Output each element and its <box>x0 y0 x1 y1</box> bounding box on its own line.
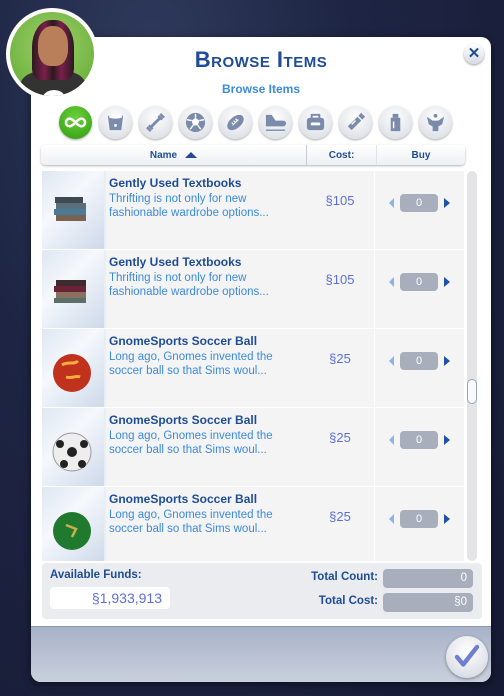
column-name-header[interactable]: Name <box>41 145 307 165</box>
total-cost-value: §0 <box>383 593 473 612</box>
trophy-icon <box>426 113 445 132</box>
item-row[interactable]: GnomeSports Soccer Ball Long ago, Gnomes… <box>42 487 464 561</box>
item-cost: § 105 <box>306 171 375 249</box>
item-cost: § 105 <box>306 250 375 328</box>
simoleon-icon: § <box>325 193 333 208</box>
item-name: GnomeSports Soccer Ball <box>109 334 258 348</box>
increase-quantity-button[interactable] <box>444 277 450 287</box>
item-name: GnomeSports Soccer Ball <box>109 492 258 506</box>
category-fitness[interactable] <box>139 106 172 139</box>
decrease-quantity-button[interactable] <box>389 514 394 524</box>
item-thumbnail <box>42 250 106 328</box>
increase-quantity-button[interactable] <box>444 198 450 208</box>
quantity-value[interactable]: 0 <box>400 273 438 291</box>
total-count-value: 0 <box>383 569 473 588</box>
football-icon <box>227 114 244 131</box>
available-funds-value: §1,933,913 <box>50 587 170 609</box>
column-buy-header: Buy <box>411 149 431 161</box>
scrollbar[interactable] <box>467 171 477 561</box>
item-cost: § 25 <box>306 329 375 407</box>
item-row[interactable]: Gently Used Textbooks Thrifting is not o… <box>42 171 464 250</box>
item-cost: § 25 <box>306 408 375 486</box>
total-cost-label: Total Cost: <box>318 595 378 607</box>
quantity-stepper: 0 <box>375 250 464 328</box>
quantity-value[interactable]: 0 <box>400 194 438 212</box>
category-drinks[interactable] <box>379 106 412 139</box>
decrease-quantity-button[interactable] <box>389 356 394 366</box>
item-row[interactable]: Gently Used Textbooks Thrifting is not o… <box>42 250 464 329</box>
item-thumbnail <box>42 171 106 249</box>
checkmark-icon <box>454 644 480 667</box>
item-cost: § 25 <box>306 487 375 561</box>
totals-panel: Available Funds: §1,933,913 Total Count:… <box>42 563 482 619</box>
category-all[interactable] <box>59 106 92 139</box>
dialog-footer <box>31 626 491 682</box>
table-header: Name Cost: Buy <box>41 145 465 165</box>
item-row[interactable]: GnomeSports Soccer Ball Long ago, Gnomes… <box>42 408 464 487</box>
simoleon-icon: § <box>329 430 337 445</box>
item-name: Gently Used Textbooks <box>109 176 242 190</box>
item-name: Gently Used Textbooks <box>109 255 242 269</box>
total-count-label: Total Count: <box>311 571 378 583</box>
soccer-ball-icon <box>185 112 206 133</box>
category-football[interactable] <box>219 106 252 139</box>
confirm-button[interactable] <box>446 636 488 678</box>
category-skates[interactable] <box>259 106 292 139</box>
item-name: GnomeSports Soccer Ball <box>109 413 258 427</box>
category-bucket[interactable] <box>99 106 132 139</box>
item-description: Thrifting is not only for new fashionabl… <box>109 193 269 219</box>
item-thumbnail <box>42 408 106 486</box>
decrease-quantity-button[interactable] <box>389 277 394 287</box>
item-description: Long ago, Gnomes invented the soccer bal… <box>109 509 273 535</box>
all-icon <box>64 117 87 128</box>
close-icon: ✕ <box>467 45 481 62</box>
item-description: Long ago, Gnomes invented the soccer bal… <box>109 430 273 456</box>
quantity-value[interactable]: 0 <box>400 510 438 528</box>
quantity-stepper: 0 <box>375 329 464 407</box>
decrease-quantity-button[interactable] <box>389 435 394 445</box>
dialog-title: Browse Items <box>194 47 328 72</box>
increase-quantity-button[interactable] <box>444 356 450 366</box>
item-thumbnail <box>42 329 106 407</box>
category-electronics[interactable] <box>339 106 372 139</box>
simoleon-icon: § <box>325 272 333 287</box>
category-bags[interactable] <box>299 106 332 139</box>
dumbbell-icon <box>146 113 165 132</box>
decrease-quantity-button[interactable] <box>389 198 394 208</box>
browse-items-dialog: Browse Items Browse Items ✕ Name Cost: B… <box>31 37 491 682</box>
bag-icon <box>306 113 325 131</box>
dialog-subtitle: Browse Items <box>221 82 301 96</box>
column-cost-header[interactable]: Cost: <box>307 145 377 165</box>
sim-avatar[interactable] <box>6 8 98 100</box>
usb-stick-icon <box>347 112 366 131</box>
item-list: Gently Used Textbooks Thrifting is not o… <box>42 171 464 561</box>
close-button[interactable]: ✕ <box>464 44 484 64</box>
quantity-stepper: 0 <box>375 171 464 249</box>
quantity-value[interactable]: 0 <box>400 352 438 370</box>
available-funds-label: Available Funds: <box>50 569 142 581</box>
item-thumbnail <box>42 487 106 561</box>
item-row[interactable]: GnomeSports Soccer Ball Long ago, Gnomes… <box>42 329 464 408</box>
quantity-stepper: 0 <box>375 487 464 561</box>
category-filter-bar <box>59 106 452 139</box>
simoleon-icon: § <box>329 509 337 524</box>
category-soccer[interactable] <box>179 106 212 139</box>
category-misc[interactable] <box>419 106 452 139</box>
increase-quantity-button[interactable] <box>444 514 450 524</box>
bucket-icon <box>107 114 124 131</box>
bottle-icon <box>390 113 401 132</box>
simoleon-icon: § <box>329 351 337 366</box>
increase-quantity-button[interactable] <box>444 435 450 445</box>
item-description: Thrifting is not only for new fashionabl… <box>109 272 269 298</box>
sort-ascending-icon <box>185 152 198 158</box>
quantity-value[interactable]: 0 <box>400 431 438 449</box>
skate-icon <box>265 114 287 131</box>
item-description: Long ago, Gnomes invented the soccer bal… <box>109 351 273 377</box>
scrollbar-thumb[interactable] <box>467 379 477 404</box>
quantity-stepper: 0 <box>375 408 464 486</box>
